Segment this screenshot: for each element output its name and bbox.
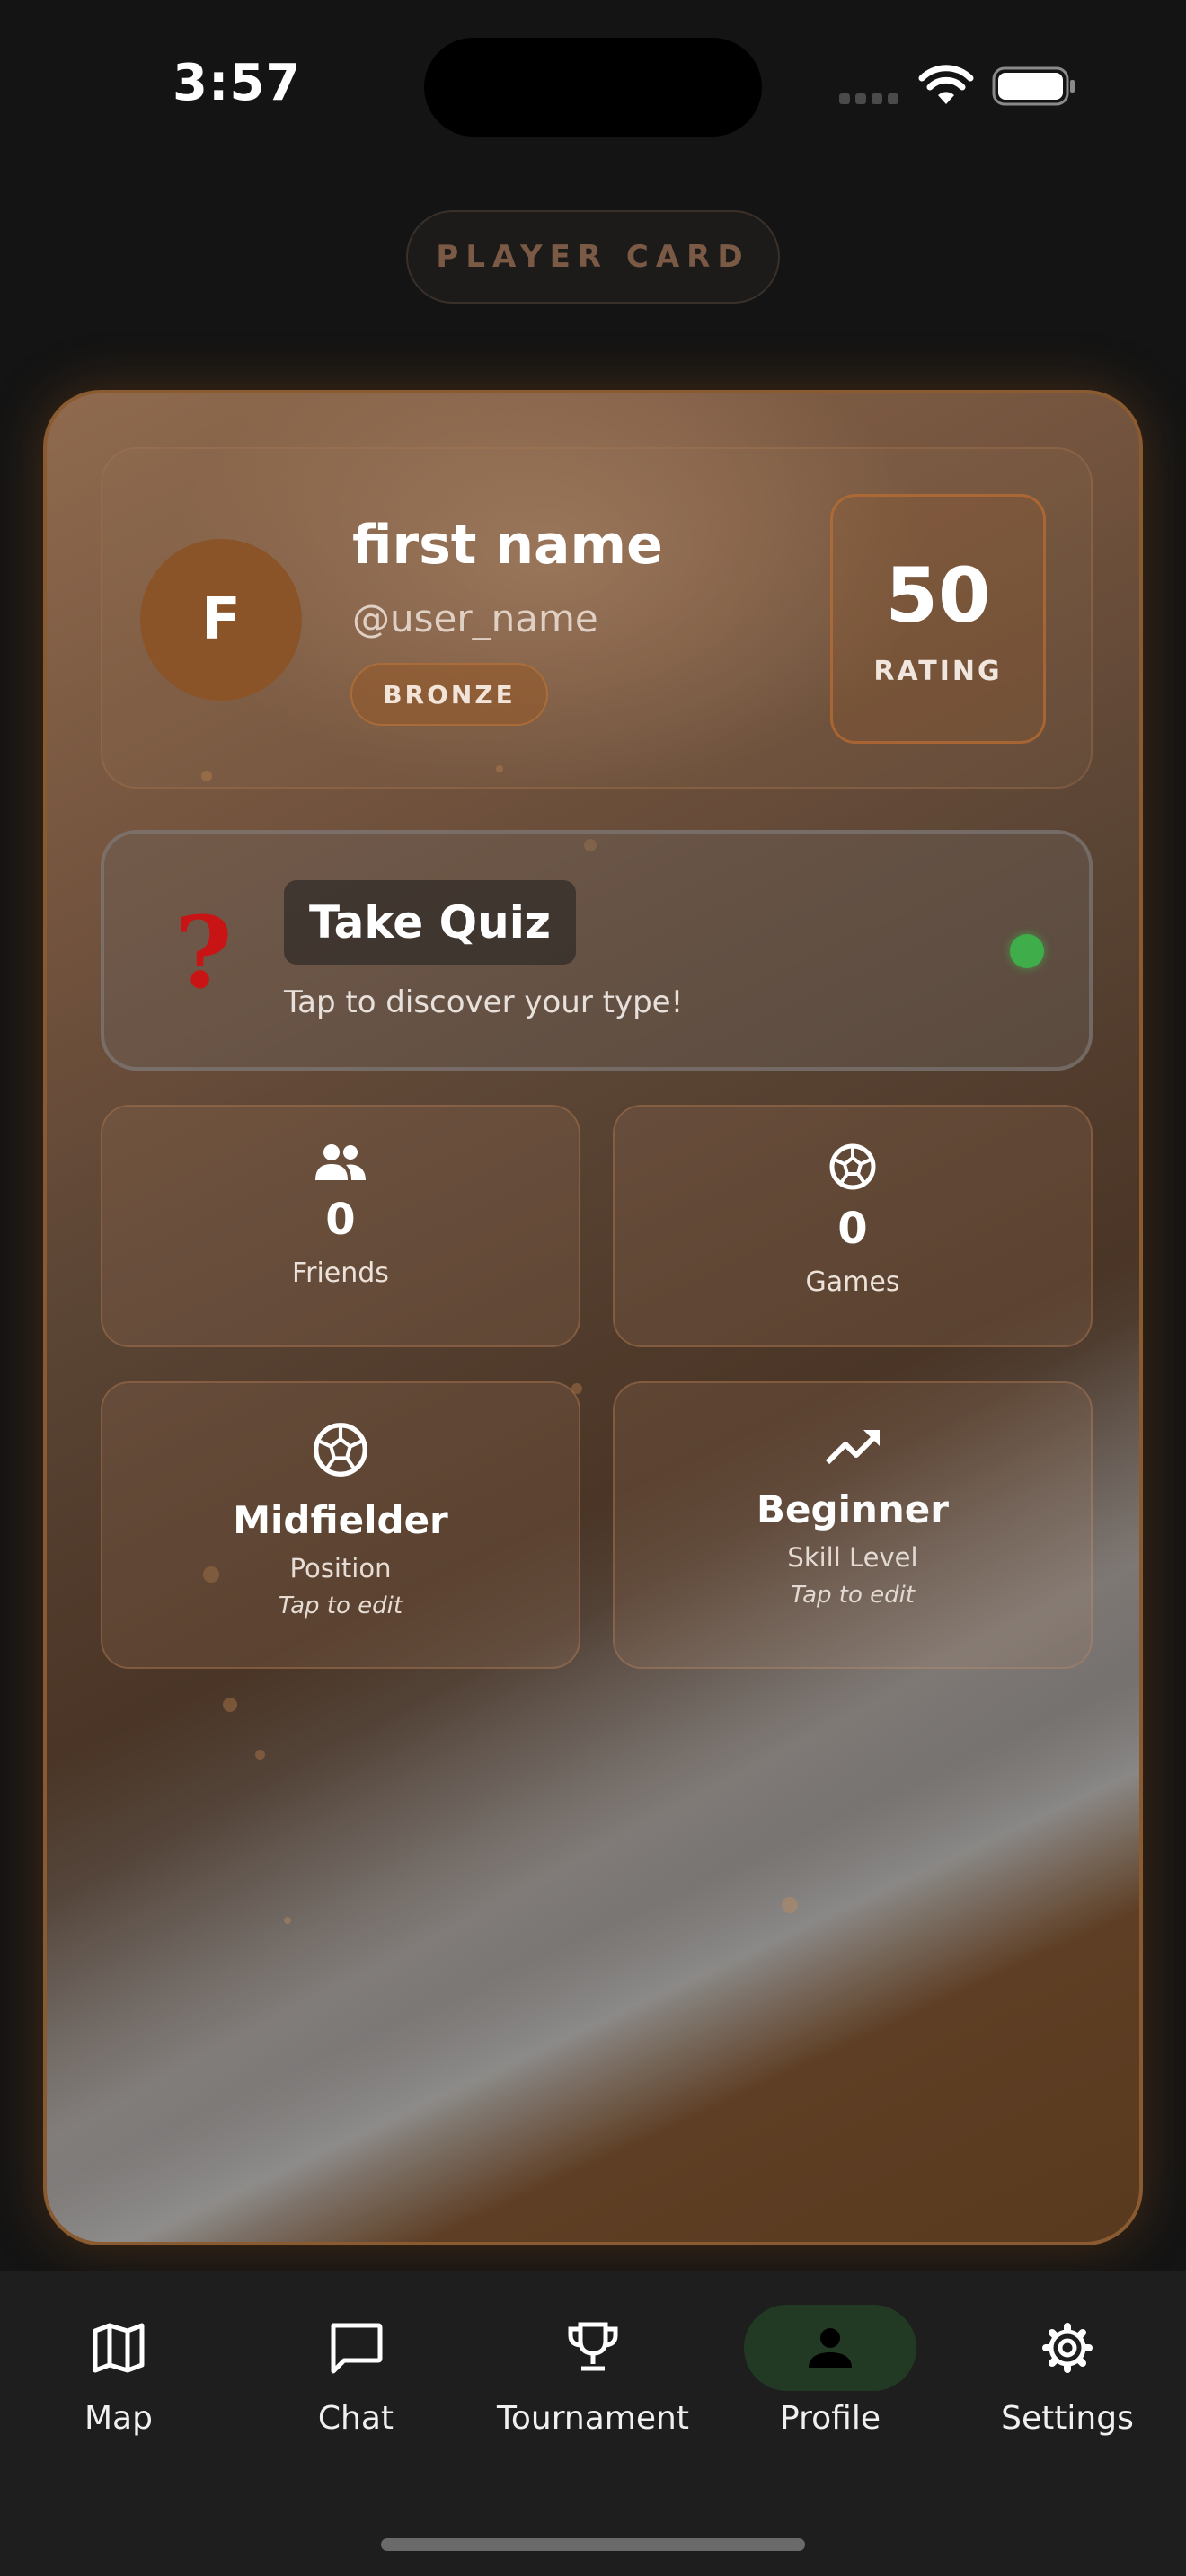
decor-dot <box>223 1698 237 1712</box>
player-first-name: first name <box>352 514 663 577</box>
skill-level-edit-hint: Tap to edit <box>790 1582 916 1609</box>
nav-label-chat: Chat <box>317 2400 394 2437</box>
quiz-title: Take Quiz <box>284 880 576 965</box>
chat-icon <box>331 2323 383 2374</box>
nav-item-chat[interactable]: Chat <box>239 2305 473 2484</box>
quiz-subtitle: Tap to discover your type! <box>284 984 684 1020</box>
question-mark-icon: ? <box>174 895 233 1010</box>
nav-label-profile: Profile <box>780 2400 881 2437</box>
people-icon <box>315 1144 366 1180</box>
friends-label: Friends <box>292 1257 389 1289</box>
position-edit-hint: Tap to edit <box>278 1592 403 1619</box>
nav-item-map[interactable]: Map <box>2 2305 235 2484</box>
nav-label-tournament: Tournament <box>497 2400 689 2437</box>
avatar[interactable]: F <box>140 539 302 701</box>
games-count: 0 <box>837 1204 868 1254</box>
nav-item-settings[interactable]: Settings <box>951 2305 1184 2484</box>
person-icon <box>809 2328 852 2368</box>
position-card[interactable]: Midfielder Position Tap to edit <box>101 1381 580 1669</box>
rating-box: 50 RATING <box>830 494 1046 744</box>
trending-up-icon <box>825 1430 880 1465</box>
nav-item-tournament[interactable]: Tournament <box>476 2305 710 2484</box>
battery-icon <box>992 66 1075 106</box>
position-value: Midfielder <box>233 1498 448 1542</box>
skill-level-card[interactable]: Beginner Skill Level Tap to edit <box>613 1381 1093 1669</box>
player-card: F first name @user_name BRONZE 50 RATING… <box>43 390 1143 2245</box>
trophy-icon <box>568 2322 618 2371</box>
decor-dot <box>782 1897 798 1913</box>
dynamic-island <box>424 38 762 137</box>
cellular-signal-icon <box>839 93 898 104</box>
skill-level-label: Skill Level <box>787 1542 918 1573</box>
friends-stat-card[interactable]: 0 Friends <box>101 1105 580 1347</box>
nav-item-profile[interactable]: Profile <box>713 2305 947 2484</box>
friends-count: 0 <box>325 1195 356 1245</box>
status-time: 3:57 <box>173 54 302 112</box>
gear-icon <box>1042 2323 1093 2373</box>
decor-dot <box>284 1917 291 1924</box>
home-indicator <box>381 2538 805 2551</box>
rating-value: 50 <box>885 551 991 640</box>
nav-label-map: Map <box>84 2400 153 2437</box>
nav-label-settings: Settings <box>1001 2400 1134 2437</box>
games-stat-card[interactable]: 0 Games <box>613 1105 1093 1347</box>
player-username: @user_name <box>352 596 598 640</box>
tier-badge: BRONZE <box>350 663 548 726</box>
skill-level-value: Beginner <box>757 1487 949 1531</box>
games-label: Games <box>805 1266 900 1298</box>
rating-label: RATING <box>873 655 1003 687</box>
soccer-ball-icon <box>314 1423 367 1477</box>
soccer-ball-icon <box>829 1143 876 1190</box>
map-icon <box>93 2323 145 2373</box>
position-label: Position <box>289 1553 392 1584</box>
status-dot <box>1010 934 1044 968</box>
take-quiz-card[interactable]: ? Take Quiz Tap to discover your type! <box>101 830 1093 1071</box>
decor-dot <box>255 1750 265 1760</box>
page-title: PLAYER CARD <box>406 210 780 304</box>
wifi-icon <box>918 65 974 104</box>
bottom-navigation: Map Chat Tournament Profile Settings <box>0 2271 1186 2576</box>
